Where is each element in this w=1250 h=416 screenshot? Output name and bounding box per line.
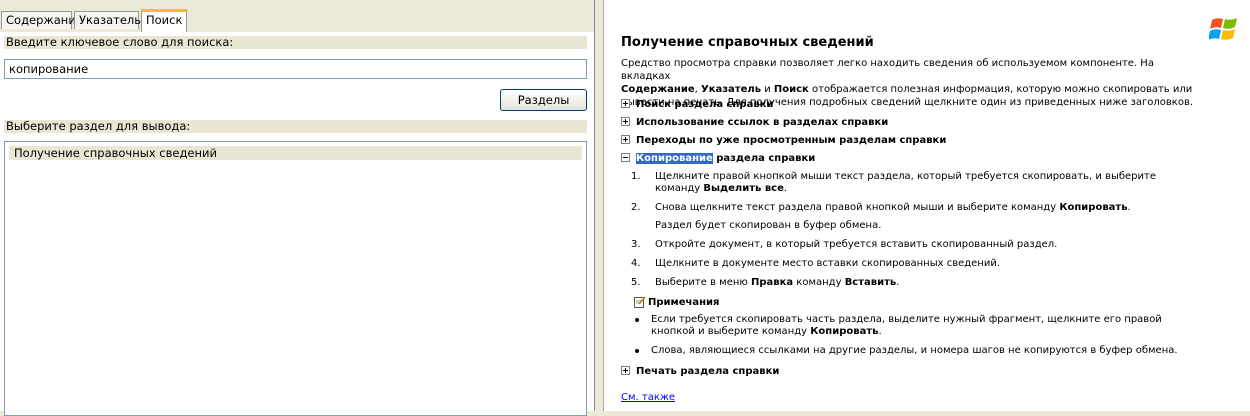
help-navigation-pane: Содержание Указатель Поиск Введите ключе…: [0, 0, 595, 416]
keyword-label: Введите ключевое слово для поиска:: [4, 36, 587, 49]
bullet-icon: [635, 349, 639, 353]
results-list[interactable]: Получение справочных сведений: [4, 141, 587, 416]
step-2-note: Раздел будет скопирован в буфер обмена.: [655, 220, 882, 231]
section-history[interactable]: Переходы по уже просмотренным разделам с…: [621, 134, 946, 146]
notes-heading: Примечания: [634, 296, 719, 308]
topics-button[interactable]: Разделы: [500, 89, 587, 111]
tab-contents[interactable]: Содержание: [1, 11, 83, 29]
bullet-icon: [635, 318, 639, 322]
list-item[interactable]: Получение справочных сведений: [9, 146, 582, 160]
collapse-icon[interactable]: [621, 152, 630, 162]
search-input[interactable]: [4, 59, 587, 79]
expand-icon[interactable]: [621, 116, 630, 126]
page-title: Получение справочных сведений: [621, 35, 874, 50]
expand-icon[interactable]: [621, 365, 630, 375]
windows-logo-icon: [1209, 18, 1237, 40]
expand-icon[interactable]: [621, 134, 630, 144]
note-pencil-icon: [634, 296, 646, 308]
tab-search[interactable]: Поиск: [141, 9, 187, 32]
section-print-topic[interactable]: Печать раздела справки: [621, 365, 779, 377]
select-topic-label: Выберите раздел для вывода:: [4, 120, 587, 133]
section-find-topic[interactable]: Поиск раздела справки: [621, 98, 773, 110]
tab-strip: Содержание Указатель Поиск: [0, 0, 594, 32]
search-highlight: Копирование: [636, 153, 713, 164]
help-content-pane: Получение справочных сведений Средство п…: [603, 0, 1250, 411]
section-copy-topic[interactable]: Копирование раздела справки: [621, 152, 815, 164]
see-also-link[interactable]: См. также: [621, 392, 675, 403]
section-using-links[interactable]: Использование ссылок в разделах справки: [621, 116, 888, 128]
tab-index[interactable]: Указатель: [74, 11, 141, 29]
expand-icon[interactable]: [621, 98, 630, 108]
